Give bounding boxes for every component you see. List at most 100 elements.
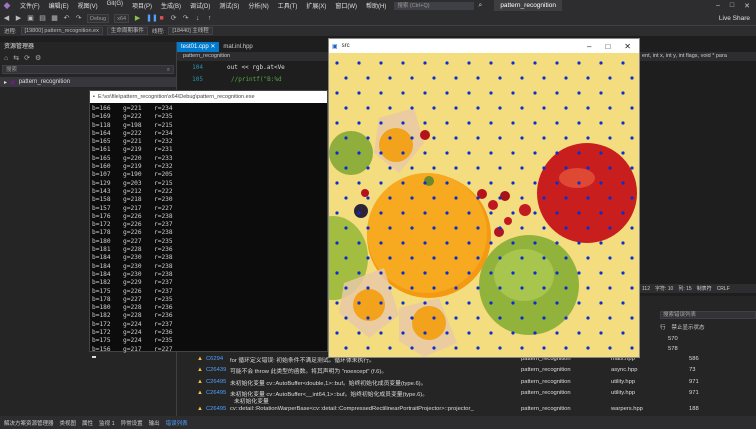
bottom-tab[interactable]: 输出 <box>149 419 160 427</box>
marker-dot <box>555 121 559 125</box>
menu-item[interactable]: 帮助(H) <box>366 1 386 10</box>
warning-icon: ▲ <box>197 390 203 396</box>
undo-icon[interactable]: ↶ <box>63 15 70 22</box>
marker-dot <box>454 76 458 80</box>
error-row[interactable]: ▲ C26495 未初始化变量 cv::AutoBuffer<double,1>::… <box>197 377 756 387</box>
window-controls: – □ ✕ <box>716 2 756 10</box>
console-value-g: g=217 <box>123 204 142 212</box>
bottom-tab[interactable]: 解决方案资源管理器 <box>4 419 54 427</box>
menu-item[interactable]: 编辑(E) <box>49 1 69 10</box>
menu-item[interactable]: 工具(T) <box>278 1 298 10</box>
maximize-icon[interactable]: □ <box>605 42 610 51</box>
menu-item[interactable]: 分析(N) <box>248 1 268 10</box>
marker-dot <box>445 151 449 155</box>
error-row[interactable]: ▲ C26495 cv::detail::RotationWarperBase<cv… <box>197 404 756 414</box>
settings-icon[interactable]: ⚙ <box>35 54 41 62</box>
marker-dot <box>423 121 427 125</box>
marker-dot <box>432 196 436 200</box>
refresh-icon[interactable]: ⟳ <box>24 54 30 62</box>
bottom-tab[interactable]: 属性 <box>82 419 93 427</box>
tab-test01-cpp[interactable]: test01.cpp ✕ <box>177 42 220 52</box>
marker-dot <box>476 136 480 140</box>
fruit-image-canvas[interactable] <box>329 53 639 357</box>
line-value: 578 <box>668 346 678 352</box>
marker-dot <box>533 151 537 155</box>
panel-search-input[interactable]: 搜索 ⌕ <box>2 65 174 74</box>
editor-status-item: 列: 15 <box>678 286 692 292</box>
menu-item[interactable]: 窗口(W) <box>335 1 357 10</box>
menu-item[interactable]: 项目(P) <box>132 1 152 10</box>
expand-arrow-icon[interactable]: ▸ <box>4 79 7 86</box>
live-share-button[interactable]: Live Share <box>719 15 756 22</box>
marker-dot <box>586 346 590 350</box>
marker-dot <box>489 301 493 305</box>
open-folder-icon[interactable]: ▤ <box>39 15 46 22</box>
error-project: pattern_recognition <box>521 379 571 385</box>
platform-select[interactable]: x64 <box>114 13 130 23</box>
menu-item[interactable]: 扩展(X) <box>306 1 326 10</box>
step-over-icon[interactable]: ↷ <box>182 15 189 22</box>
forward-icon[interactable]: ▶ <box>15 15 22 22</box>
close-icon[interactable]: ✕ <box>624 42 631 51</box>
menu-item[interactable]: 测试(S) <box>219 1 239 10</box>
marker-dot <box>379 241 383 245</box>
menu-item[interactable]: 调试(D) <box>190 1 210 10</box>
code-line[interactable]: 105 //printf("B:%d <box>177 73 329 85</box>
menu-item[interactable]: Git(G) <box>107 1 123 10</box>
marker-dot <box>630 196 634 200</box>
minimize-icon[interactable]: – <box>587 42 591 51</box>
function-nav-bar[interactable]: ent, int x, int y, int flags, void * par… <box>640 52 756 61</box>
marker-dot <box>489 181 493 185</box>
back-icon[interactable]: ◀ <box>3 15 10 22</box>
error-row[interactable]: ▲ C26495 未初始化变量 cv::AutoBuffer<__int64,1>:… <box>197 388 756 398</box>
process-select[interactable]: [19800] pattern_recognition.ex <box>20 27 103 35</box>
menu-item[interactable]: 视图(V) <box>78 1 98 10</box>
error-row[interactable]: ▲ C26439 可能不会 throw 此类型的函数。将其声明为 "noexcept… <box>197 365 756 375</box>
console-value-r: r=238 <box>154 229 173 237</box>
marker-dot <box>511 121 515 125</box>
marker-dot <box>586 106 590 110</box>
code-line[interactable]: 104 out << rgb.at<Ve <box>177 61 329 73</box>
marker-dot <box>335 61 339 65</box>
search-input[interactable]: 搜索 (Ctrl+Q) <box>394 1 475 10</box>
marker-dot <box>357 181 361 185</box>
bottom-tab[interactable]: 异常设置 <box>121 419 143 427</box>
column-suppression[interactable]: 禁止显示状态 <box>672 323 705 331</box>
column-line[interactable]: 行 <box>660 323 666 331</box>
red-apple-shine <box>559 168 595 188</box>
step-into-icon[interactable]: ↓ <box>194 15 201 22</box>
error-search-input[interactable]: 搜索错误列表 <box>660 311 756 319</box>
stop-icon[interactable]: ■ <box>158 15 165 22</box>
bottom-tab[interactable]: 类视图 <box>60 419 77 427</box>
tree-item-project[interactable]: ▸ ▣ pattern_recognition <box>0 77 176 87</box>
marker-dot <box>511 331 515 335</box>
console-line: b=184 g=230 r=238 <box>92 263 327 271</box>
minimize-icon[interactable]: – <box>716 2 720 10</box>
lifecycle-events-select[interactable]: 生命周期事件 <box>106 27 148 35</box>
marker-dot <box>476 106 480 110</box>
continue-icon[interactable]: ▶ <box>134 15 141 22</box>
home-icon[interactable]: ⌂ <box>4 55 8 62</box>
thread-select[interactable]: [18440] 主线程 <box>168 27 213 35</box>
console-value-g: g=229 <box>123 279 142 287</box>
save-icon[interactable]: ▦ <box>51 15 58 22</box>
step-out-icon[interactable]: ↑ <box>206 15 213 22</box>
tab-mat-inl-hpp[interactable]: mat.inl.hpp <box>219 42 256 52</box>
bottom-tab[interactable]: 错误列表 <box>166 419 188 427</box>
marker-dot <box>533 301 537 305</box>
sync-icon[interactable]: ⇆ <box>13 54 19 62</box>
new-file-icon[interactable]: ▣ <box>27 15 34 22</box>
menu-item[interactable]: 文件(F) <box>20 1 40 10</box>
close-icon[interactable]: ✕ <box>744 2 750 10</box>
marker-dot <box>542 346 546 350</box>
menu-item[interactable]: 生成(B) <box>161 1 181 10</box>
bottom-tab[interactable]: 监视 1 <box>99 419 115 427</box>
restart-icon[interactable]: ⟳ <box>170 15 177 22</box>
search-icon[interactable]: ⌕ <box>478 2 482 10</box>
redo-icon[interactable]: ↷ <box>75 15 82 22</box>
pause-icon[interactable]: ❚❚ <box>146 15 158 22</box>
maximize-icon[interactable]: □ <box>730 2 734 10</box>
config-select[interactable]: Debug <box>87 13 110 23</box>
editor-nav-bar[interactable]: pattern_recognition <box>177 52 329 61</box>
marker-dot <box>608 226 612 230</box>
